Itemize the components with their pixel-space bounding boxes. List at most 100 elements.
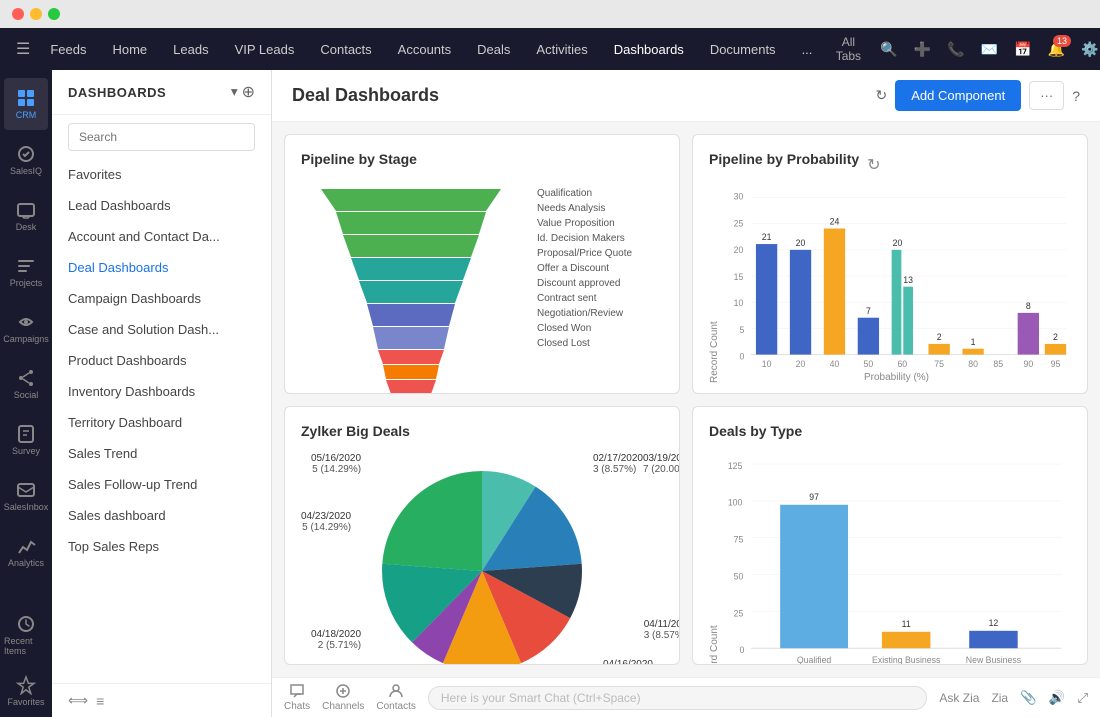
sidebar-menu-sales-trend[interactable]: Sales Trend [52, 438, 271, 469]
funnel-label-needs: Needs Analysis [537, 202, 632, 216]
top-navigation: ☰ Feeds Home Leads VIP Leads Contacts Ac… [0, 28, 1100, 70]
svg-text:60: 60 [897, 359, 907, 367]
page-title: Deal Dashboards [292, 85, 439, 106]
sidebar-item-salesiq[interactable]: SalesIQ [4, 134, 48, 186]
zia-btn-4[interactable]: ⤢ [1077, 690, 1088, 706]
pie-label-0416: 04/16/20205 (14.29%) [603, 659, 653, 666]
help-button[interactable]: ? [1072, 88, 1080, 104]
svg-text:24: 24 [830, 217, 840, 227]
svg-text:90: 90 [1023, 359, 1033, 367]
svg-text:7: 7 [866, 306, 871, 316]
svg-text:20: 20 [796, 238, 806, 248]
sidebar-menu-lead-dashboards[interactable]: Lead Dashboards [52, 190, 271, 221]
sidebar-menu-territory[interactable]: Territory Dashboard [52, 407, 271, 438]
svg-text:50: 50 [734, 571, 744, 581]
bottom-tab-chats[interactable]: Chats [284, 683, 310, 712]
sidebar-menu-sales-dashboard[interactable]: Sales dashboard [52, 500, 271, 531]
expand-sidebar-btn[interactable]: ▾ [231, 82, 238, 102]
all-tabs-button[interactable]: All Tabs [828, 31, 868, 67]
nav-leads[interactable]: Leads [161, 34, 220, 65]
bottom-tab-channels[interactable]: Channels [322, 683, 364, 712]
nav-home[interactable]: Home [100, 34, 159, 65]
sidebar-menu-case-solution[interactable]: Case and Solution Dash... [52, 314, 271, 345]
deals-by-type-card: Deals by Type Record Count 0 25 50 75 10… [692, 406, 1088, 666]
notifications-button[interactable]: 🔔13 [1044, 37, 1069, 62]
zia-btn-2[interactable]: 📎 [1020, 690, 1037, 706]
deals-by-type-title: Deals by Type [709, 423, 1071, 439]
nav-activities[interactable]: Activities [524, 34, 599, 65]
sidebar-item-campaigns[interactable]: Campaigns [4, 302, 48, 354]
svg-text:8: 8 [1026, 301, 1031, 311]
sidebar-item-salesinbox[interactable]: SalesInbox [4, 470, 48, 522]
sidebar-item-analytics[interactable]: Analytics [4, 526, 48, 578]
type-bar-chart: 0 25 50 75 100 125 [722, 451, 1071, 666]
funnel-label-negotiation: Negotiation/Review [537, 307, 632, 321]
nav-dashboards[interactable]: Dashboards [602, 34, 696, 65]
close-button[interactable] [12, 8, 24, 20]
pipeline-by-probability-card: Pipeline by Probability ↻ Record Count 0… [692, 134, 1088, 394]
more-options-button[interactable]: ··· [1029, 81, 1064, 110]
pie-label-0411: 04/11/20203 (8.57%) [644, 619, 680, 641]
probability-bar-chart: 0 5 10 15 20 25 30 [722, 187, 1071, 367]
nav-deals[interactable]: Deals [465, 34, 522, 65]
expand-btn[interactable]: ⟺ [68, 692, 88, 709]
search-button[interactable]: 🔍 [876, 37, 901, 62]
list-view-btn[interactable]: ≡ [96, 692, 104, 709]
prob-y-axis-label: Record Count [709, 187, 720, 383]
svg-text:11: 11 [902, 618, 911, 628]
funnel-label-decision: Id. Decision Makers [537, 232, 632, 246]
phone-button[interactable]: 📞 [943, 37, 968, 62]
sidebar-menu-sales-followup[interactable]: Sales Follow-up Trend [52, 469, 271, 500]
sidebar-menu-inventory[interactable]: Inventory Dashboards [52, 376, 271, 407]
smart-chat-input[interactable]: Here is your Smart Chat (Ctrl+Space) [428, 686, 928, 710]
minimize-button[interactable] [30, 8, 42, 20]
svg-text:13: 13 [903, 275, 913, 285]
add-dashboard-btn[interactable]: ⊕ [242, 82, 255, 102]
sidebar-item-projects[interactable]: Projects [4, 246, 48, 298]
sidebar-menu-favorites[interactable]: Favorites [52, 159, 271, 190]
sidebar-menu-account-contact[interactable]: Account and Contact Da... [52, 221, 271, 252]
add-component-button[interactable]: Add Component [895, 80, 1021, 111]
settings-button[interactable]: ⚙️ [1077, 37, 1100, 62]
svg-text:New Business: New Business [966, 654, 1022, 664]
svg-text:75: 75 [734, 534, 744, 544]
menu-toggle[interactable]: ☰ [10, 33, 36, 65]
sidebar-menu-product[interactable]: Product Dashboards [52, 345, 271, 376]
sidebar-item-favorites[interactable]: Favorites [4, 665, 48, 717]
svg-text:1: 1 [971, 337, 976, 347]
pie-label-0423: 04/23/20205 (14.29%) [301, 511, 351, 533]
nav-feeds[interactable]: Feeds [38, 34, 98, 65]
svg-text:97: 97 [809, 491, 819, 501]
sidebar-item-survey[interactable]: Survey [4, 414, 48, 466]
calendar-button[interactable]: 📅 [1010, 37, 1035, 62]
sidebar-item-crm[interactable]: CRM [4, 78, 48, 130]
funnel-label-won: Closed Won [537, 322, 632, 336]
sidebar-item-desk[interactable]: Desk [4, 190, 48, 242]
nav-more[interactable]: ... [790, 34, 825, 65]
zia-btn-1[interactable]: Zia [991, 691, 1008, 705]
ask-zia-label[interactable]: Ask Zia [939, 691, 979, 705]
mail-button[interactable]: ✉️ [977, 37, 1002, 62]
maximize-button[interactable] [48, 8, 60, 20]
nav-contacts[interactable]: Contacts [308, 34, 383, 65]
sidebar-menu-top-sales-reps[interactable]: Top Sales Reps [52, 531, 271, 562]
sidebar-item-social[interactable]: Social [4, 358, 48, 410]
sidebar-menu-campaign[interactable]: Campaign Dashboards [52, 283, 271, 314]
window-chrome [0, 0, 1100, 28]
add-button[interactable]: ➕ [910, 37, 935, 62]
svg-text:0: 0 [739, 645, 744, 655]
zia-btn-3[interactable]: 🔊 [1049, 690, 1066, 706]
nav-vip-leads[interactable]: VIP Leads [223, 34, 307, 65]
nav-accounts[interactable]: Accounts [386, 34, 463, 65]
refresh-button[interactable]: ↻ [876, 87, 888, 104]
sidebar-menu-deal-dashboards[interactable]: Deal Dashboards [52, 252, 271, 283]
sidebar-item-recent[interactable]: Recent Items [4, 609, 48, 661]
funnel-label-proposal: Proposal/Price Quote [537, 247, 632, 261]
sidebar-search[interactable] [68, 123, 255, 151]
nav-documents[interactable]: Documents [698, 34, 788, 65]
svg-text:2: 2 [937, 332, 942, 342]
prob-refresh-icon[interactable]: ↻ [867, 155, 880, 175]
type-y-axis-label: Record Count [709, 451, 720, 666]
prob-x-axis-label: Probability (%) [722, 372, 1071, 383]
bottom-tab-contacts[interactable]: Contacts [376, 683, 415, 712]
